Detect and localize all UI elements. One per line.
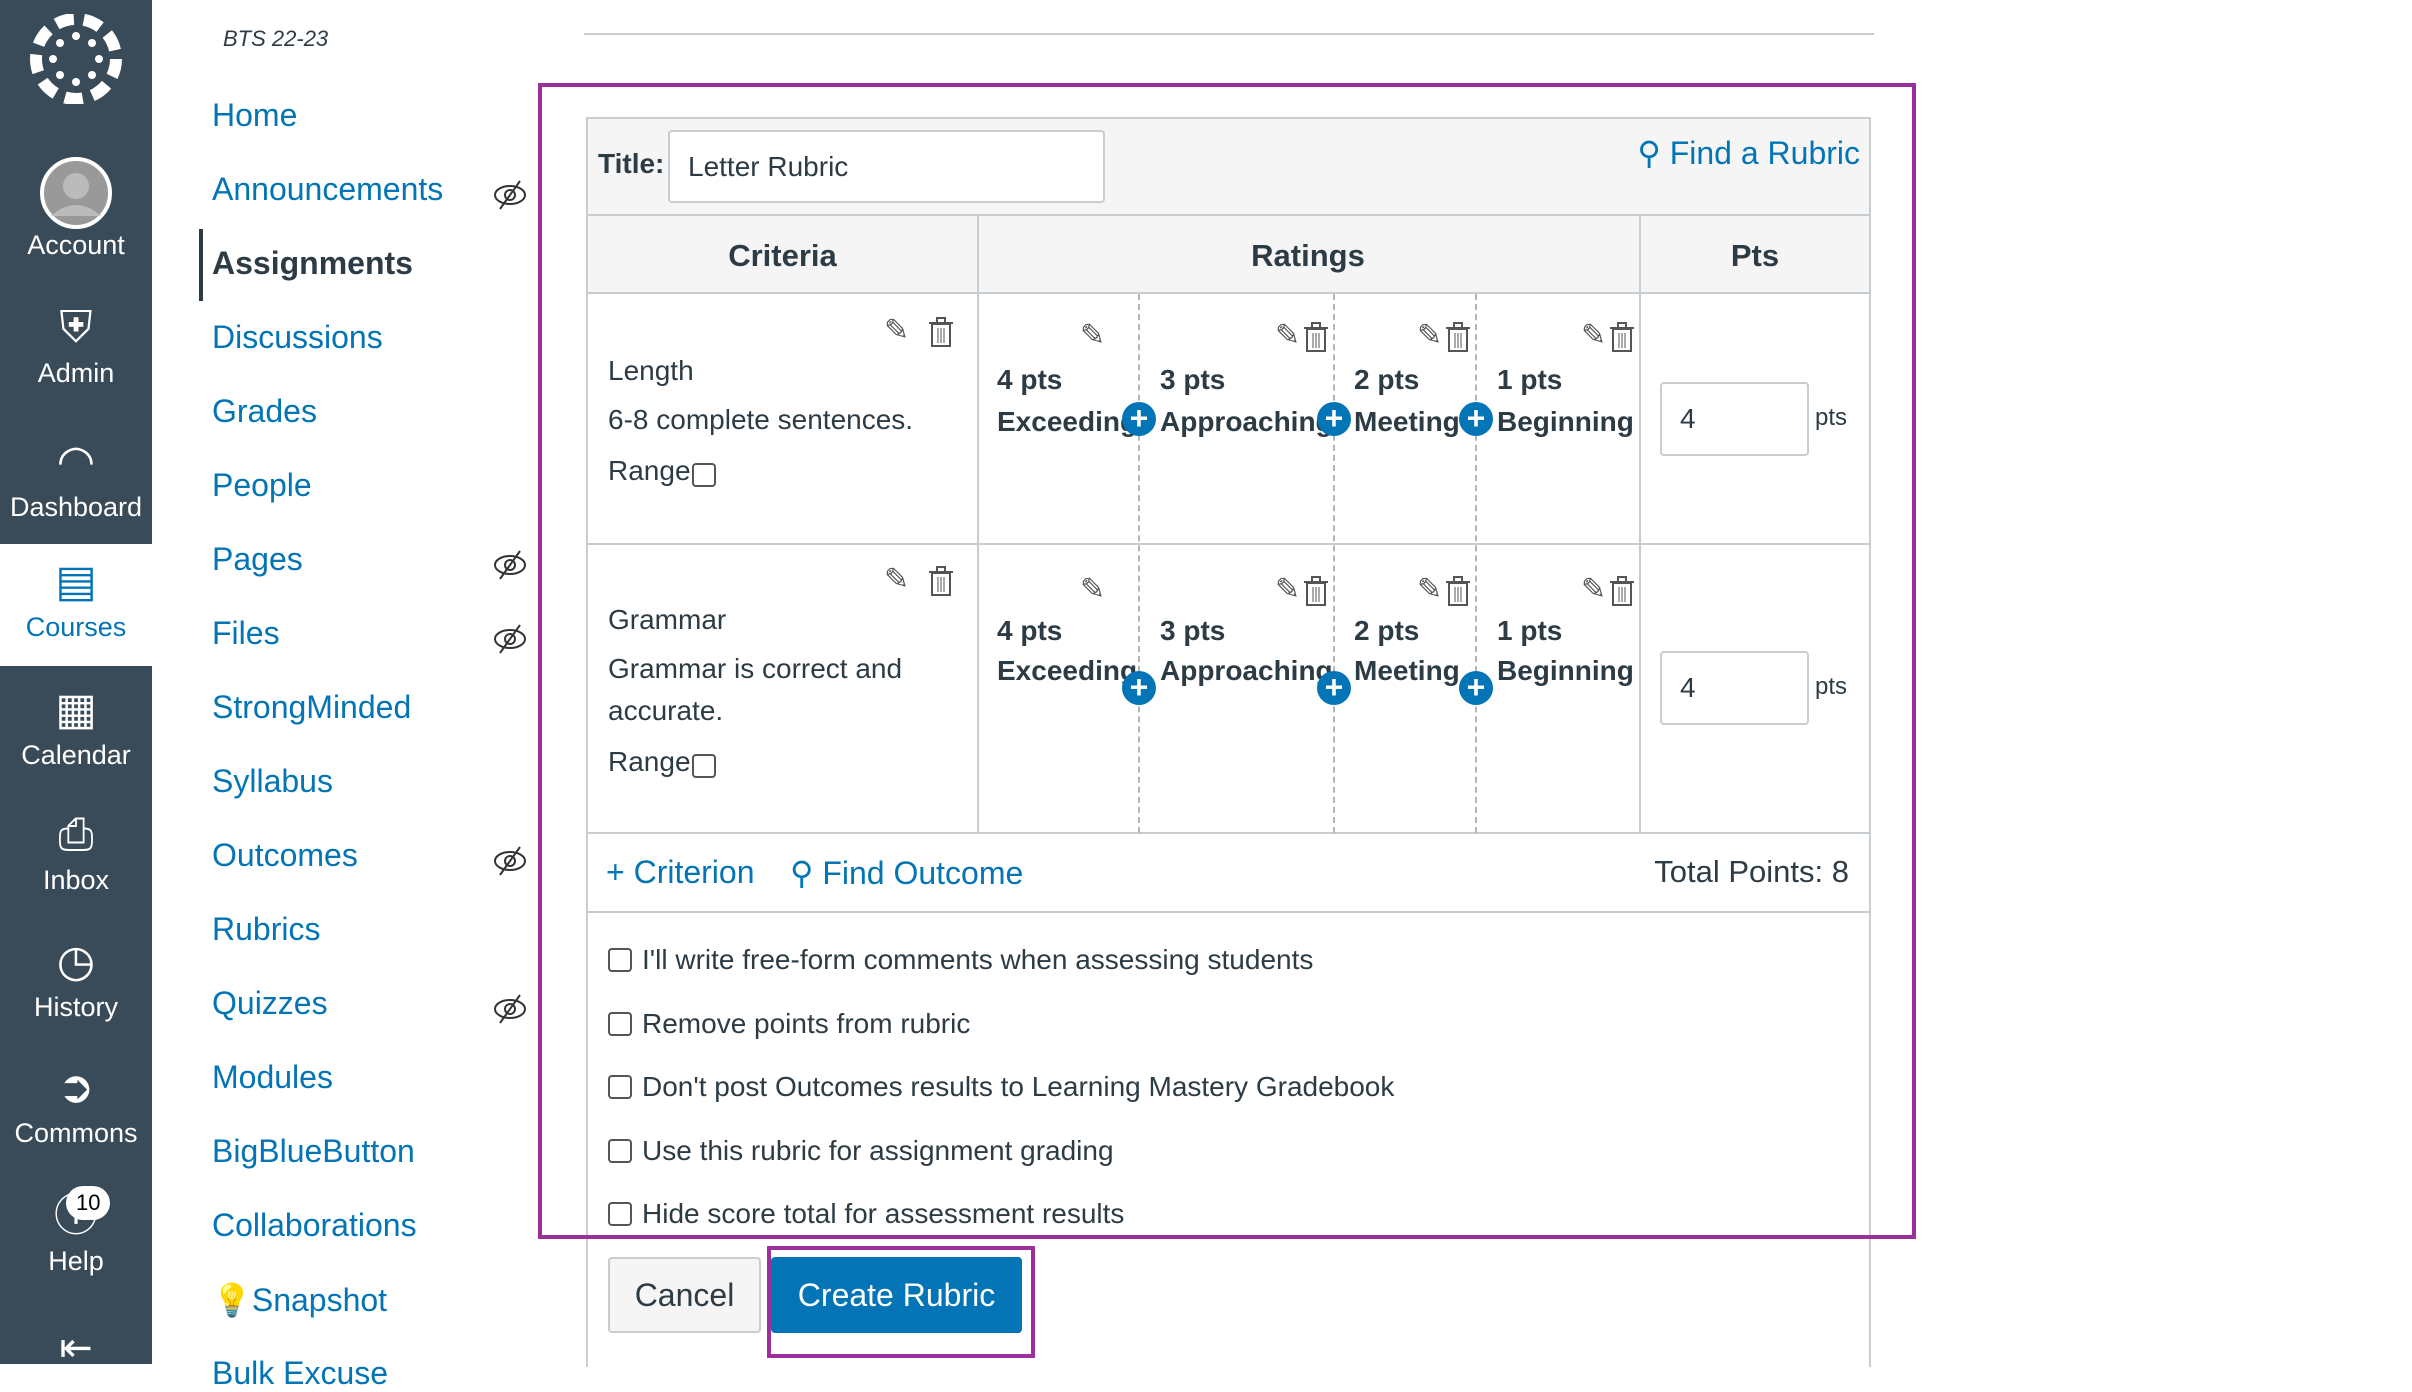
course-nav-label: Bulk Excuse [212, 1355, 389, 1391]
course-nav-label: Home [212, 97, 298, 133]
course-nav-label: Files [212, 615, 280, 651]
course-nav-label: StrongMinded [212, 689, 412, 725]
course-nav-item[interactable]: People [212, 467, 312, 504]
canvas-logo-icon[interactable] [28, 14, 124, 104]
course-nav-item[interactable]: Syllabus [212, 763, 333, 800]
shield-key-icon: ⛨ [59, 303, 93, 352]
active-indicator [199, 229, 203, 301]
global-nav-admin[interactable]: ⛨ Admin [0, 298, 152, 389]
course-nav-label: People [212, 467, 312, 503]
eye-slash-icon [494, 550, 526, 580]
global-nav-inbox[interactable]: ⎙ Inbox [0, 805, 152, 896]
clock-icon: ◷ [56, 937, 96, 986]
course-nav-label: Syllabus [212, 763, 333, 799]
calendar-icon: ▦ [55, 685, 97, 734]
course-nav-label: Announcements [212, 171, 444, 207]
highlight-box [538, 83, 1916, 1239]
course-nav-label: Snapshot [251, 1282, 388, 1318]
global-nav: Account ⛨ Admin ◠ Dashboard ▤ Courses ▦ … [0, 0, 152, 1370]
course-nav-label: Pages [212, 541, 303, 577]
global-nav-label: Dashboard [9, 492, 143, 522]
course-nav-item[interactable]: Collaborations [212, 1207, 417, 1244]
global-nav-label: History [33, 992, 118, 1022]
global-nav-label: Courses [25, 612, 127, 642]
global-nav-label: Admin [37, 358, 115, 388]
course-nav-label: Rubrics [212, 911, 321, 947]
eye-slash-icon [494, 180, 526, 210]
global-nav-label: Inbox [42, 865, 110, 895]
highlight-box [767, 1246, 1035, 1358]
help-badge: 10 [66, 1186, 111, 1220]
global-nav-courses[interactable]: ▤ Courses [0, 544, 152, 666]
course-nav-item[interactable]: Grades [212, 393, 317, 430]
course-nav-item[interactable]: Bulk Excuse [212, 1355, 388, 1392]
course-term: BTS 22-23 [223, 26, 329, 51]
course-nav-item[interactable]: Quizzes [212, 985, 328, 1022]
global-nav-account[interactable]: Account [0, 156, 152, 261]
global-nav-history[interactable]: ◷ History [0, 932, 152, 1023]
course-nav-item[interactable]: Rubrics [212, 911, 320, 948]
eye-slash-icon [494, 846, 526, 876]
course-nav-item[interactable]: 💡Snapshot [212, 1281, 387, 1319]
course-nav-item[interactable]: Modules [212, 1059, 333, 1096]
course-nav-label: Assignments [212, 245, 413, 281]
global-nav-label: Help [48, 1246, 104, 1276]
global-nav-help[interactable]: ⓘ Help 10 [0, 1186, 152, 1277]
inbox-icon: ⎙ [58, 810, 94, 859]
user-avatar-icon [40, 157, 112, 229]
course-nav-item[interactable]: Outcomes [212, 837, 358, 874]
course-nav-label: Discussions [212, 319, 383, 355]
course-nav-item[interactable]: Announcements [212, 171, 443, 208]
lightbulb-icon: 💡 [212, 1282, 252, 1318]
course-nav-label: Quizzes [212, 985, 328, 1021]
course-nav-item[interactable]: StrongMinded [212, 689, 411, 726]
book-icon: ▤ [55, 557, 97, 606]
speedometer-icon: ◠ [56, 437, 96, 486]
course-nav-label: Outcomes [212, 837, 358, 873]
global-nav-calendar[interactable]: ▦ Calendar [0, 680, 152, 771]
commons-icon: ➲ [57, 1063, 95, 1112]
global-nav-commons[interactable]: ➲ Commons [0, 1058, 152, 1149]
course-nav-label: Collaborations [212, 1207, 417, 1243]
course-nav-label: Grades [212, 393, 317, 429]
cancel-button[interactable]: Cancel [608, 1257, 761, 1333]
course-nav-label: BigBlueButton [212, 1133, 415, 1169]
divider [584, 33, 1874, 35]
course-nav-item[interactable]: Pages [212, 541, 303, 578]
global-nav-label: Calendar [21, 740, 131, 770]
eye-slash-icon [494, 994, 526, 1024]
course-nav-item[interactable]: Assignments [212, 245, 413, 282]
course-nav-label: Modules [212, 1059, 333, 1095]
global-nav-label: Account [27, 230, 125, 260]
course-nav-item[interactable]: BigBlueButton [212, 1133, 415, 1170]
global-nav-dashboard[interactable]: ◠ Dashboard [0, 432, 152, 523]
course-nav-item[interactable]: Files [212, 615, 280, 652]
course-nav-item[interactable]: Home [212, 97, 297, 134]
collapse-nav-icon[interactable]: ⇤ [0, 1325, 152, 1371]
course-nav-item[interactable]: Discussions [212, 319, 383, 356]
eye-slash-icon [494, 624, 526, 654]
global-nav-label: Commons [14, 1118, 138, 1148]
